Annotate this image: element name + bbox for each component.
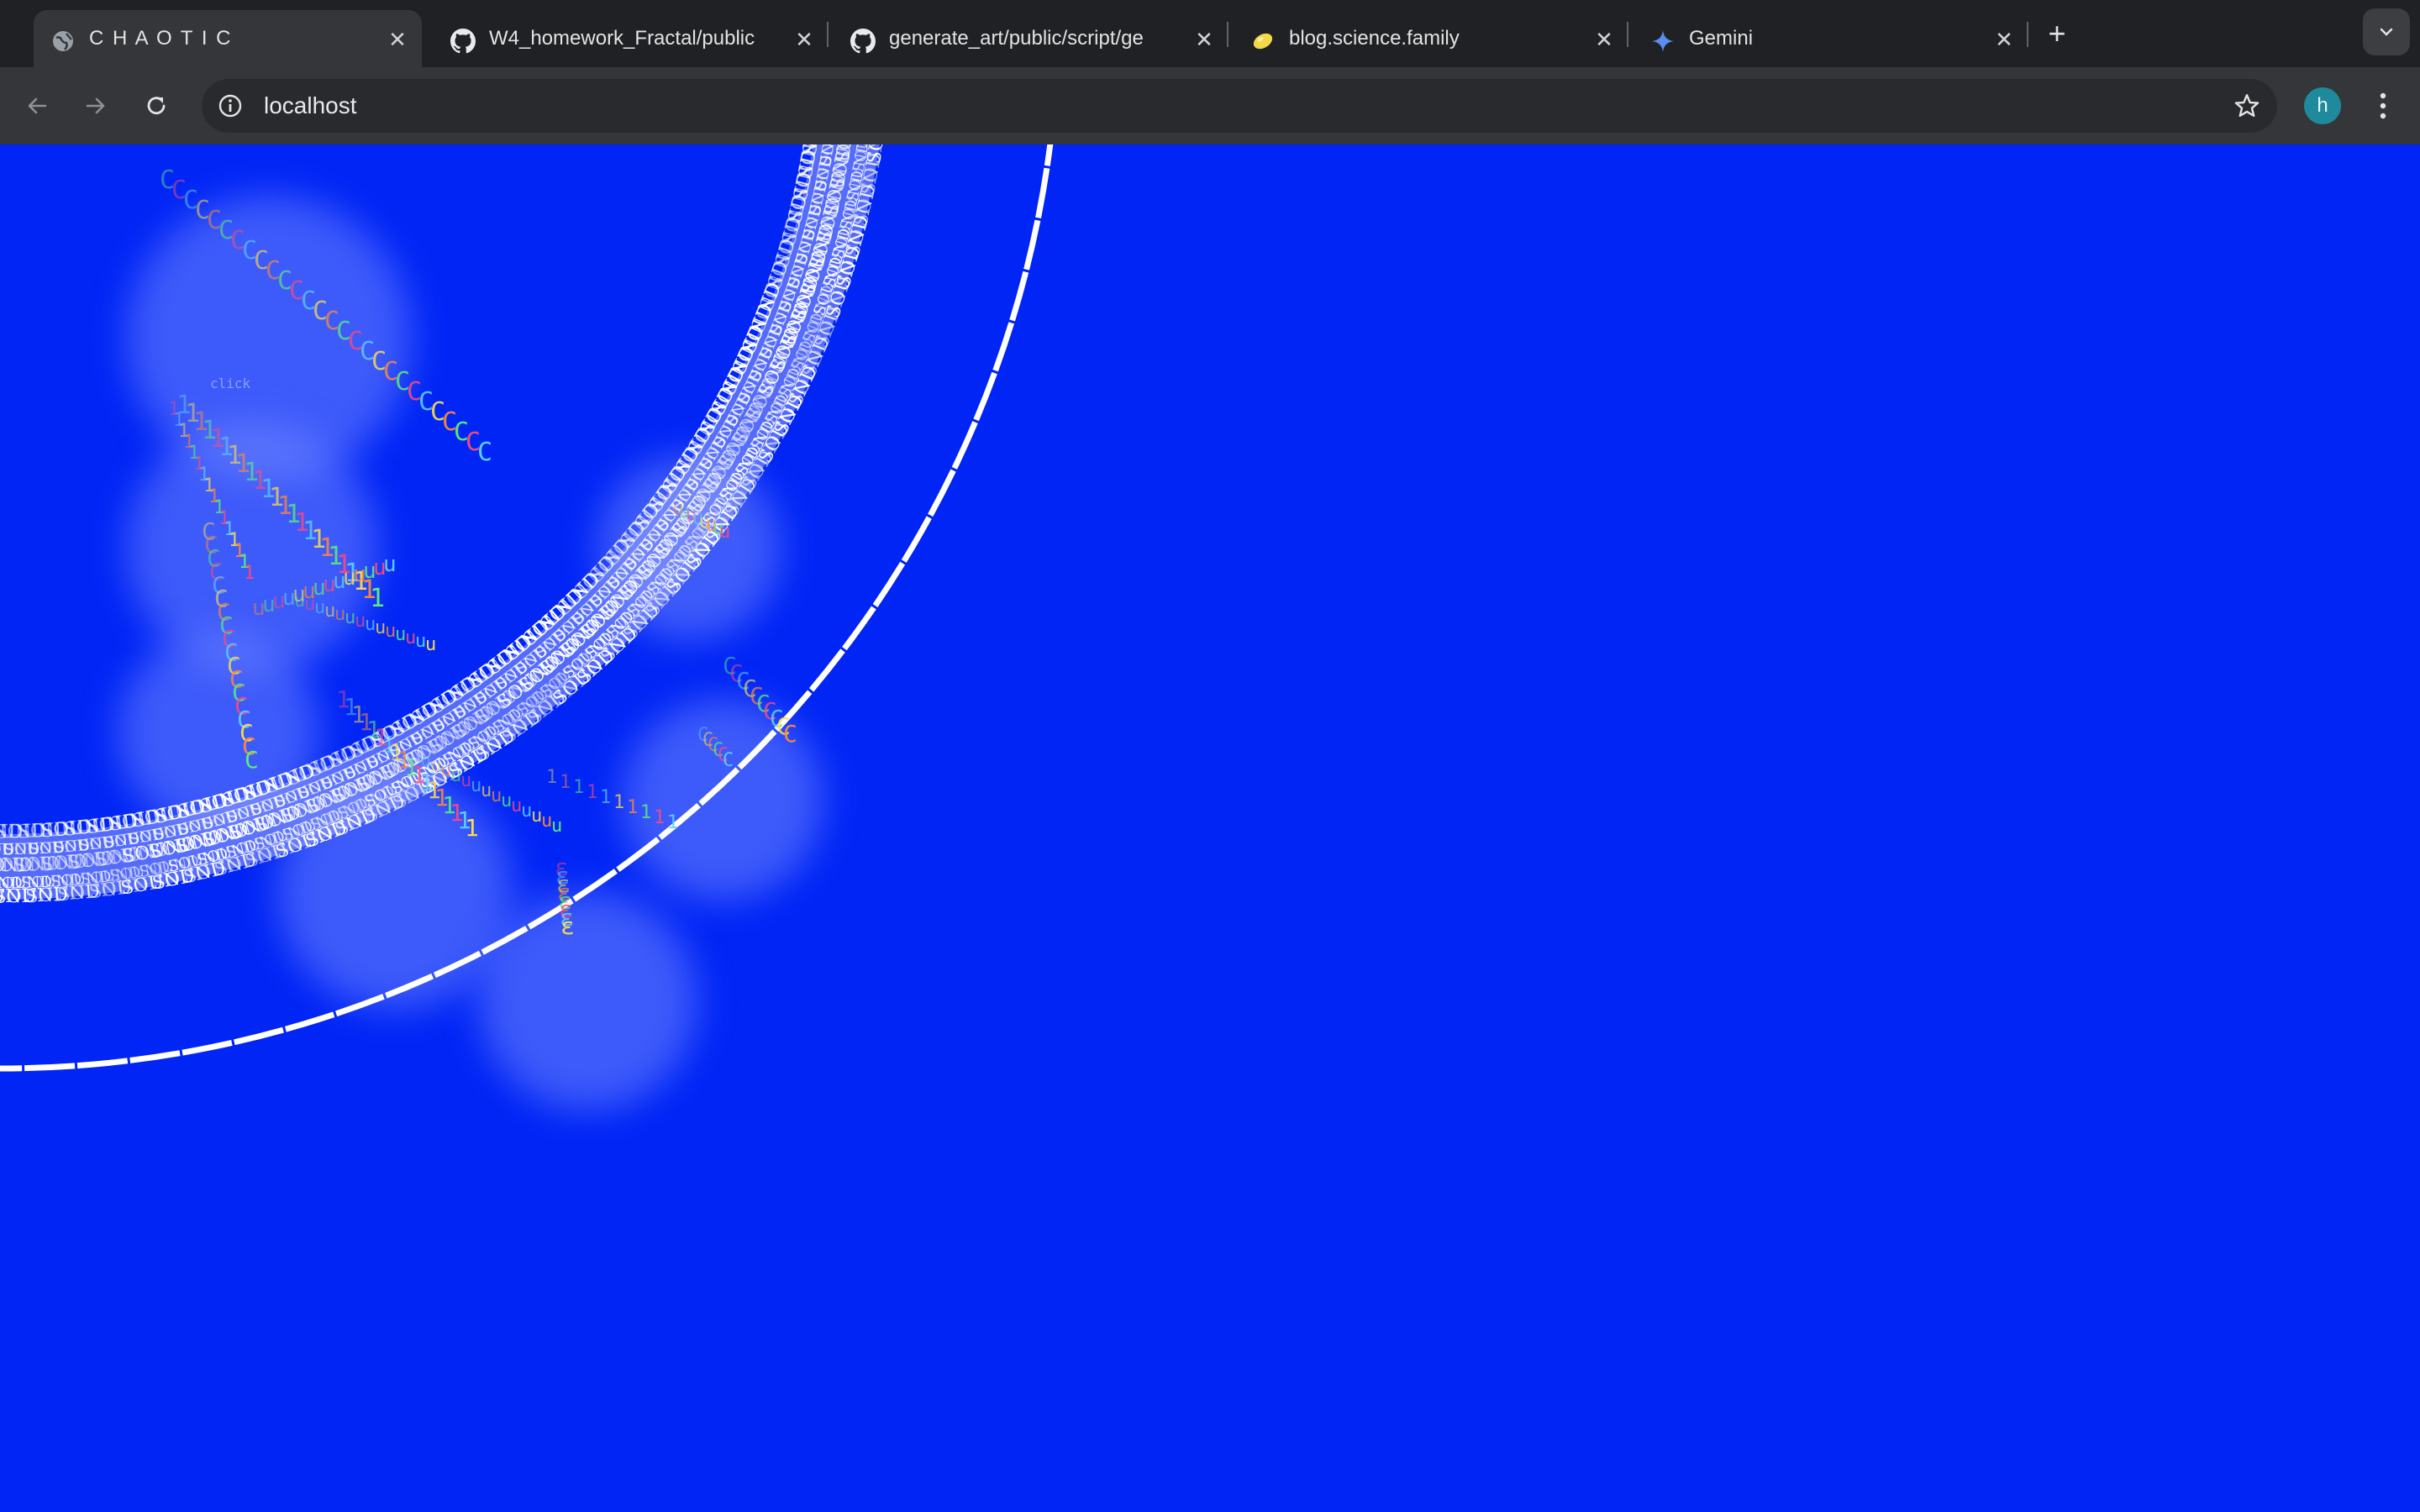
streak-glyph: u [383, 552, 397, 577]
streak-glyph: C [245, 746, 259, 774]
page-viewport[interactable]: SOUND SOUND SOUND SOUND SOUND SOUND SOUND SOUND… [0, 144, 2420, 1512]
tab-separator [827, 22, 829, 47]
avatar[interactable]: h [2304, 87, 2341, 124]
tab-blog-science-family[interactable]: blog.science.family ✕ [1234, 10, 1628, 67]
close-icon[interactable]: ✕ [1991, 27, 2017, 52]
streak-glyph: 1 [613, 792, 624, 813]
reload-icon [147, 97, 166, 115]
close-icon[interactable]: ✕ [1192, 27, 1217, 52]
close-icon[interactable]: ✕ [1591, 27, 1617, 52]
tab-title: generate_art/public/script/ge [889, 27, 1144, 50]
streak-glyph: u [719, 522, 730, 543]
tab-separator [1227, 22, 1228, 47]
tab-title: C H A O T I C [89, 27, 233, 50]
streak-glyph: C [783, 720, 797, 748]
forward-button[interactable] [72, 82, 119, 129]
art-canvas[interactable]: SOUNDSOUNDSOUNDSOUNDSOUNDSOUNDSOUNDSOUND… [0, 144, 2420, 1512]
ring-word: SOUND [0, 853, 6, 877]
back-button[interactable] [13, 82, 60, 129]
github-icon [850, 29, 876, 54]
streak-glyph: 1 [587, 782, 597, 803]
tab-generate-art[interactable]: generate_art/public/script/ge ✕ [834, 10, 1228, 67]
close-icon[interactable]: ✕ [792, 27, 817, 52]
kebab-menu-icon[interactable] [2366, 86, 2400, 126]
github-icon [450, 29, 476, 54]
tab-w4-homework[interactable]: W4_homework_Fractal/public ✕ [434, 10, 829, 67]
streak-glyph: u [551, 816, 562, 837]
reload-button[interactable] [133, 82, 180, 129]
streak-glyph: 1 [560, 772, 571, 793]
tab-separator [1627, 22, 1628, 47]
streak-glyph: 1 [654, 807, 665, 828]
streak-glyph: 1 [573, 777, 584, 798]
ring-word: SOUND [0, 886, 36, 907]
streak-glyph: 1 [370, 584, 385, 613]
streak-glyph: ɛ [560, 912, 575, 940]
ring-word: SOUND [0, 821, 24, 843]
tab-title: Gemini [1689, 27, 1754, 50]
click-label: click [210, 375, 251, 391]
ring-word: SOUND [0, 885, 4, 908]
chevron-down-icon [2380, 28, 2393, 36]
arrow-right-icon [86, 97, 105, 114]
streak-glyph: 1 [546, 767, 557, 788]
tab-search-button[interactable] [2363, 8, 2410, 55]
tab-chaotic[interactable]: C H A O T I C ✕ [34, 10, 422, 67]
lemon-icon [1250, 29, 1276, 54]
new-tab-button[interactable]: + [2040, 15, 2074, 52]
tab-gemini[interactable]: Gemini ✕ [1634, 10, 2028, 67]
tab-strip: C H A O T I C ✕ W4_homework_Fractal/publ… [0, 0, 2420, 67]
tab-title: W4_homework_Fractal/public [489, 27, 755, 50]
address-bar[interactable]: localhost [202, 79, 2277, 133]
streak-glyph: 1 [244, 563, 255, 584]
close-icon[interactable]: ✕ [385, 27, 410, 52]
streak-glyph: 1 [600, 787, 611, 808]
glow-blob [479, 892, 697, 1110]
info-icon[interactable] [213, 89, 247, 123]
url-text[interactable]: localhost [264, 79, 357, 133]
streak-glyph: C [477, 438, 492, 467]
streak-glyph: 1 [627, 797, 638, 818]
browser-toolbar: localhost h [0, 67, 2420, 144]
globe-icon [50, 29, 76, 54]
streak-glyph: 1 [465, 814, 479, 842]
streak-glyph: 1 [640, 802, 651, 823]
gemini-icon [1650, 29, 1676, 54]
arrow-left-icon [28, 97, 47, 114]
tab-separator [2027, 22, 2028, 47]
star-icon[interactable] [2230, 89, 2264, 123]
tab-title: blog.science.family [1289, 27, 1460, 50]
streak-glyph: 1 [667, 812, 678, 833]
streak-glyph: u [425, 634, 436, 655]
streak-glyph: C [723, 750, 734, 771]
